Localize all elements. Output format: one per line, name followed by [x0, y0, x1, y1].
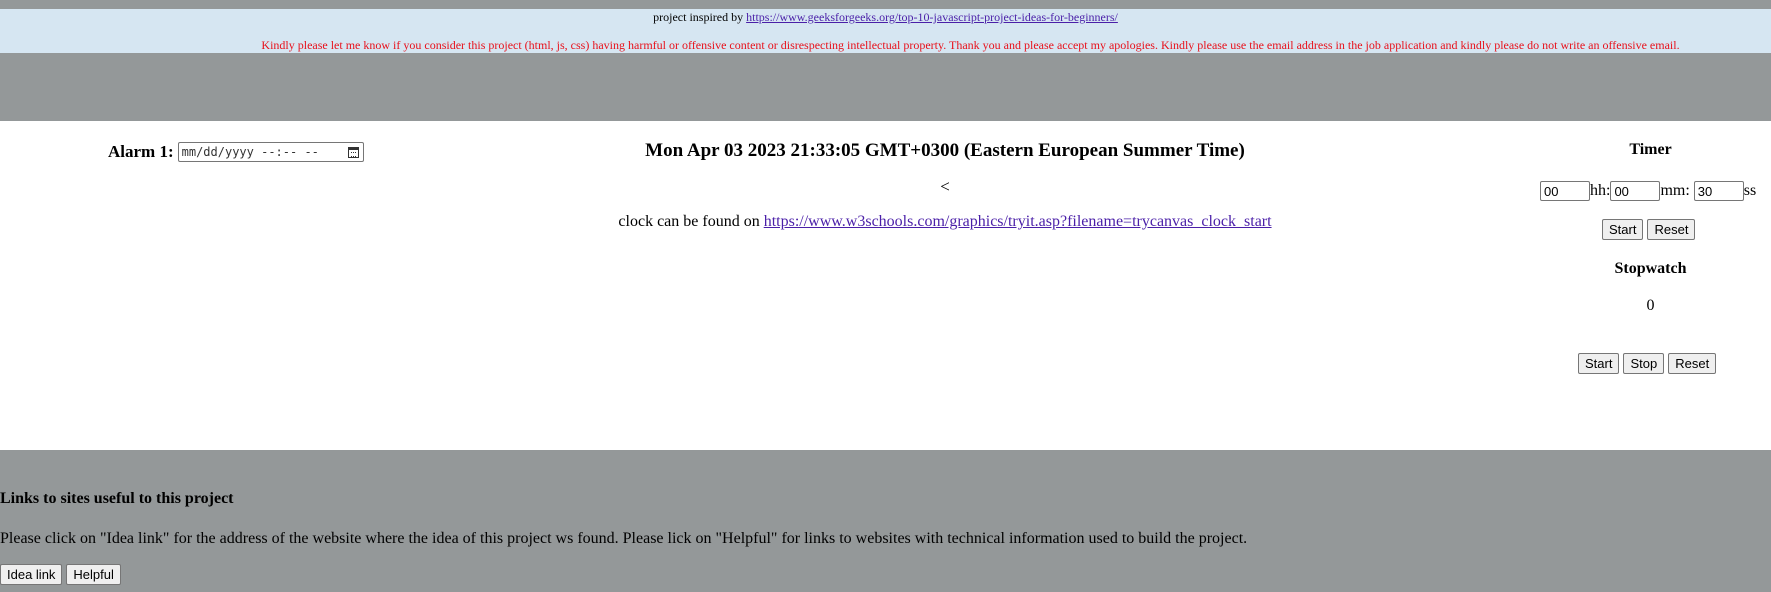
timer-ss-label: ss: [1743, 182, 1757, 199]
alarm-datetime-input[interactable]: mm/dd/yyyy --:-- --: [177, 142, 364, 162]
footer-heading: Links to sites useful to this project: [0, 490, 234, 507]
footer: Links to sites useful to this project Pl…: [0, 450, 1771, 592]
timer-reset-button[interactable]: Reset: [1647, 219, 1696, 240]
calendar-icon[interactable]: [347, 146, 359, 158]
timer-mm-label: mm:: [1660, 182, 1690, 199]
warning-text: Kindly please let me know if you conside…: [261, 38, 1680, 52]
timer-inputs: hh: mm: ss: [1540, 181, 1756, 201]
alarm-placeholder: mm/dd/yyyy --:-- --: [181, 145, 319, 159]
inspired-link[interactable]: https://www.geeksforgeeks.org/top-10-jav…: [746, 10, 1118, 24]
clock-credit-link[interactable]: https://www.w3schools.com/graphics/tryit…: [764, 213, 1272, 230]
top-strip: [0, 0, 1771, 9]
timer-hh-label: hh:: [1590, 182, 1611, 199]
inspired-prefix: project inspired by: [653, 10, 747, 24]
current-datetime: Mon Apr 03 2023 21:33:05 GMT+0300 (Easte…: [645, 140, 1245, 161]
notice-banner: project inspired by https://www.geeksfor…: [0, 9, 1771, 53]
main-area: Alarm 1: mm/dd/yyyy --:-- -- Mon Apr 03 …: [0, 121, 1771, 450]
stopwatch-reset-button[interactable]: Reset: [1668, 353, 1717, 374]
alarm-label: Alarm 1:: [108, 142, 174, 161]
header-band: [0, 53, 1771, 121]
timer-buttons: Start Reset: [1602, 219, 1696, 240]
timer-seconds-input[interactable]: [1693, 181, 1744, 201]
footer-buttons: Idea link Helpful: [0, 564, 121, 585]
timer-title: Timer: [1629, 141, 1672, 158]
footer-text: Please click on "Idea link" for the addr…: [0, 530, 1248, 547]
timer-hours-input[interactable]: [1540, 181, 1590, 201]
stopwatch-buttons: Start Stop Reset: [1578, 353, 1717, 374]
stopwatch-value: 0: [1646, 297, 1655, 314]
clock-placeholder-char: <: [940, 177, 950, 196]
inspired-line: project inspired by https://www.geeksfor…: [0, 10, 1771, 25]
timer-start-button[interactable]: Start: [1602, 219, 1644, 240]
idea-link-button[interactable]: Idea link: [0, 564, 63, 585]
alarm-row: Alarm 1: mm/dd/yyyy --:-- --: [108, 142, 364, 162]
clock-credit-prefix: clock can be found on: [618, 213, 764, 230]
clock-credit: clock can be found on https://www.w3scho…: [510, 213, 1380, 231]
stopwatch-start-button[interactable]: Start: [1578, 353, 1620, 374]
stopwatch-stop-button[interactable]: Stop: [1623, 353, 1665, 374]
timer-minutes-input[interactable]: [1610, 181, 1661, 201]
stopwatch-title: Stopwatch: [1614, 260, 1687, 277]
helpful-button[interactable]: Helpful: [66, 564, 121, 585]
